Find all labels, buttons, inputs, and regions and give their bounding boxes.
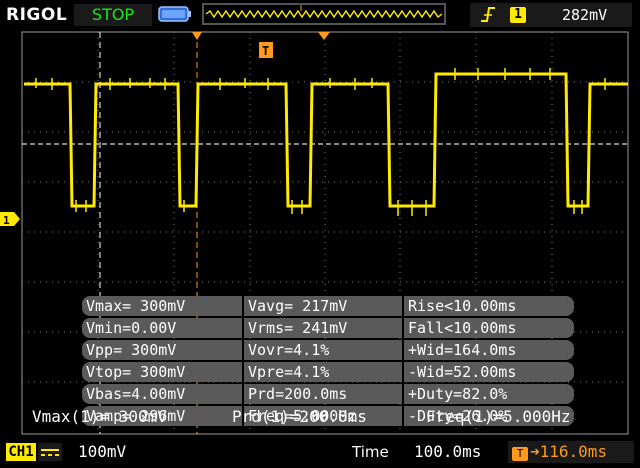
channel1-badge[interactable]: CH1 [6,443,36,461]
horizontal-timebase-value[interactable]: 100.0ms [414,441,481,463]
rising-edge-icon [481,7,495,22]
trace-noise [35,68,606,216]
measurement-row: Vmin=0.00V Vrms= 241mV Fall<10.00ms [82,318,574,338]
measurement-row: Vpp= 300mV Vovr=4.1% +Wid=164.0ms [82,340,574,360]
dc-coupling-icon [38,443,62,461]
trigger-level-value: 282mV [562,6,608,24]
measurement-cell: Vpre=4.1% [244,362,402,382]
trigger-position-marker [192,32,202,40]
measurement-cell: +Wid=164.0ms [404,340,574,360]
measurement-cell: +Duty=82.0% [404,384,574,404]
summary-vmax: Vmax(1)= 300mV [32,407,167,426]
memory-position-bar[interactable]: T [202,3,446,25]
trigger-source-badge: 1 [510,7,526,23]
time-label: Time [352,443,389,461]
trigger-center-marker [318,32,330,40]
trigger-arrow-icon: ➜ [530,442,540,461]
measurement-row: Vbas=4.00mV Prd=200.0ms +Duty=82.0% [82,384,574,404]
measurement-cell: Prd=200.0ms [244,384,402,404]
trigger-offset-panel[interactable]: T ➜116.0ms [508,441,634,463]
measurement-cell: Vavg= 217mV [244,296,402,316]
measurement-cell: -Wid=52.00ms [404,362,574,382]
measurement-cell: Vbas=4.00mV [82,384,242,404]
bottom-status-bar: CH1 100mV Time 100.0ms T ➜116.0ms [0,437,640,468]
channel1-marker-label: 1 [3,214,10,227]
summary-period: Prd(1)=200.0ms [232,407,367,426]
brand-logo: RIGOL [6,5,68,25]
measurement-cell: Rise<10.00ms [404,296,574,316]
measurement-cell: Vmin=0.00V [82,318,242,338]
measurement-cell: Vmax= 300mV [82,296,242,316]
run-stop-status[interactable]: STOP [74,4,152,26]
vertical-scale-value[interactable]: 100mV [78,441,126,463]
summary-frequency: Freq(1)=5.000Hz [426,407,571,426]
memory-depth-icon [158,6,191,22]
trigger-offset-value: 116.0ms [539,442,608,461]
channel1-waveform-trace [24,72,628,208]
trigger-marker-label: T [262,44,269,58]
waveform-display[interactable]: T 1 Vmax= 300mV Vavg= 217mV Rise<10.00ms… [0,30,640,437]
svg-text:T: T [298,5,304,14]
measurement-cell: Vpp= 300mV [82,340,242,360]
top-status-bar: RIGOL STOP T 1 282mV [0,0,640,30]
trigger-offset-icon: T [512,447,528,461]
measurement-cell: Vovr=4.1% [244,340,402,360]
measurement-cell: Fall<10.00ms [404,318,574,338]
waveform-overview-icon: T [205,3,443,19]
measurement-cell: Vtop= 300mV [82,362,242,382]
measurement-row: Vtop= 300mV Vpre=4.1% -Wid=52.00ms [82,362,574,382]
measurement-row: Vmax= 300mV Vavg= 217mV Rise<10.00ms [82,296,574,316]
measurement-cell: Vrms= 241mV [244,318,402,338]
trigger-panel[interactable]: 1 282mV [470,3,632,27]
